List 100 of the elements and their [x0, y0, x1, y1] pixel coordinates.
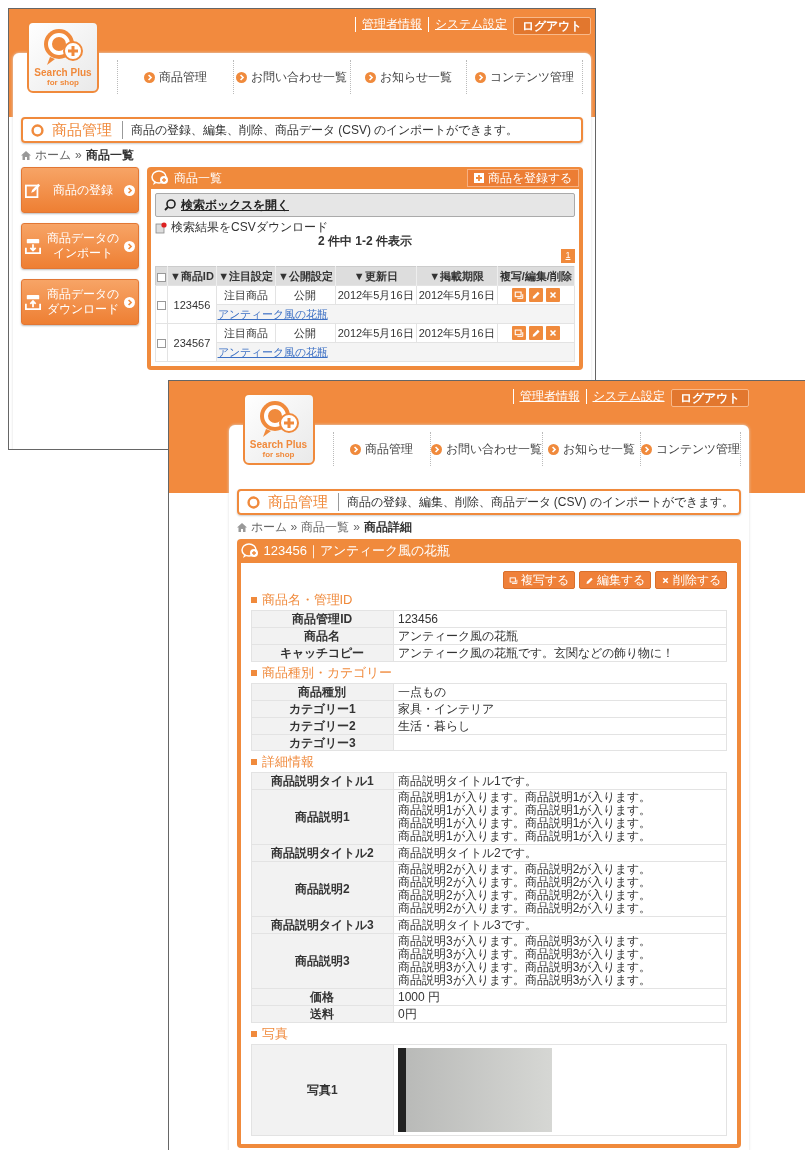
table-cell: 2012年5月16日: [416, 285, 498, 305]
chevron-icon: [350, 443, 362, 455]
nav-link[interactable]: コンテンツ管理: [639, 432, 741, 466]
field-label: 商品説明タイトル1: [251, 772, 394, 790]
chevron-icon: [547, 443, 559, 455]
x-icon: [547, 290, 558, 300]
nav-link[interactable]: お問い合わせ一覧: [430, 432, 542, 466]
field-label: 商品説明1: [251, 789, 394, 845]
field-value: アンティーク風の花瓶: [398, 629, 518, 643]
chevron-icon: [236, 71, 248, 83]
x-icon: [547, 328, 558, 338]
column-header[interactable]: ▼更新日: [335, 266, 417, 286]
bullet-icon: [250, 670, 257, 676]
result-count: 2 件中 1-2 件表示: [317, 235, 413, 248]
search-icon: [164, 199, 176, 211]
table-cell: 公開: [275, 323, 336, 343]
chevron-icon: [640, 443, 652, 455]
product-link[interactable]: アンティーク風の花瓶: [217, 346, 328, 358]
page-title: 商品管理: [52, 121, 123, 139]
window-icon: [513, 328, 524, 338]
breadcrumb-link[interactable]: ホーム: [250, 520, 287, 534]
breadcrumb-link[interactable]: 商品一覧: [301, 520, 350, 534]
edit-button[interactable]: [528, 288, 543, 302]
field-value: 商品説明3が入ります。商品説明3が入ります。商品説明3が入ります。商品説明3が入ります。商品説明3が入ります。商品説明3が入ります。商品説明3が入ります。商品説明3が入ります。: [398, 935, 653, 987]
table-cell: 2012年5月16日: [416, 323, 498, 343]
bullet-icon: [250, 1031, 257, 1037]
column-header[interactable]: ▼公開設定: [275, 266, 336, 286]
pencil-icon: [530, 290, 541, 300]
nav-link[interactable]: 商品管理: [332, 432, 430, 466]
checkbox[interactable]: [157, 272, 167, 282]
field-label: 商品説明3: [251, 933, 394, 989]
x-icon: [660, 575, 670, 585]
section-title: 写真: [261, 1026, 288, 1042]
nav-link[interactable]: お知らせ一覧: [542, 432, 640, 466]
file-icon: [155, 221, 167, 234]
copy-button[interactable]: [511, 326, 526, 340]
logo-subtitle: for shop: [262, 450, 295, 460]
chevron-icon: [124, 296, 135, 308]
panel-title: 123456｜アンティーク風の花瓶: [263, 542, 450, 561]
speech-bubble-icon: [240, 543, 259, 559]
search-toggle[interactable]: 検索ボックスを開く: [155, 193, 575, 217]
product-link[interactable]: アンティーク風の花瓶: [217, 308, 328, 320]
field-label: 商品説明2: [251, 861, 394, 917]
field-value: 商品説明1が入ります。商品説明1が入ります。商品説明1が入ります。商品説明1が入ります。商品説明1が入ります。商品説明1が入ります。商品説明1が入ります。商品説明1が入ります。: [398, 791, 653, 843]
tray-arrow-icon: [25, 294, 41, 310]
nav-link[interactable]: 商品管理: [117, 60, 234, 94]
panel-title: 商品一覧: [174, 170, 222, 187]
chevron-icon: [124, 240, 135, 252]
breadcrumb-separator: »: [75, 148, 82, 162]
field-value: 1000 円: [398, 990, 441, 1004]
table-cell: 注目商品: [216, 285, 276, 305]
checkbox[interactable]: [157, 339, 167, 349]
window-icon: [508, 575, 518, 585]
field-value: 家具・インテリア: [398, 702, 494, 716]
edit-button[interactable]: [528, 326, 543, 340]
breadcrumb-link[interactable]: ホーム: [35, 148, 71, 162]
field-value: アンティーク風の花瓶です。玄関などの飾り物に！: [398, 646, 674, 660]
home-icon: [236, 522, 247, 532]
column-header[interactable]: ▼掲載期限: [416, 266, 498, 286]
field-value: 123456: [398, 612, 439, 626]
column-header[interactable]: 複写/編集/削除: [497, 266, 575, 286]
field-value: 商品説明タイトル3です。: [398, 918, 537, 932]
chevron-icon: [474, 71, 486, 83]
home-icon: [21, 150, 31, 160]
field-label: 写真1: [251, 1044, 394, 1136]
table-cell: 234567: [167, 323, 217, 362]
breadcrumb-separator: »: [290, 520, 298, 534]
table-cell: 注目商品: [216, 323, 276, 343]
chevron-icon: [431, 443, 442, 455]
logo-title: Search Plus: [249, 439, 308, 450]
ring-icon: [246, 495, 260, 509]
breadcrumb-current: 商品詳細: [363, 520, 412, 534]
pencil-icon: [584, 575, 594, 585]
field-label: 商品管理ID: [251, 610, 394, 628]
page-description: 商品の登録、編集、削除、商品データ (CSV) のインポートができます。: [131, 122, 519, 139]
window-icon: [513, 290, 524, 300]
section-title: 詳細情報: [261, 754, 314, 770]
tray-arrow-icon: [25, 238, 41, 254]
field-value: 商品説明2が入ります。商品説明2が入ります。商品説明2が入ります。商品説明2が入ります。商品説明2が入ります。商品説明2が入ります。商品説明2が入ります。商品説明2が入ります。: [398, 863, 653, 915]
column-header[interactable]: ▼商品ID: [167, 266, 217, 286]
chevron-icon: [144, 71, 156, 83]
section-title: 商品名・管理ID: [261, 592, 353, 608]
nav-link[interactable]: お知らせ一覧: [349, 60, 466, 94]
table-cell: 公開: [275, 285, 336, 305]
nav-link[interactable]: お問い合わせ一覧: [233, 60, 350, 94]
csv-download-link[interactable]: 検索結果をCSVダウンロード: [171, 220, 328, 235]
chevron-icon: [124, 184, 135, 196]
delete-button[interactable]: [545, 326, 560, 340]
field-value: 一点もの: [398, 685, 446, 699]
copy-button[interactable]: [511, 288, 526, 302]
table-cell: 2012年5月16日: [335, 323, 417, 343]
bullet-icon: [250, 597, 257, 603]
edit-icon: [25, 182, 41, 198]
delete-button[interactable]: [545, 288, 560, 302]
field-value: 商品説明タイトル2です。: [398, 846, 537, 860]
speech-bubble-icon: [151, 170, 169, 186]
field-value: 0円: [398, 1007, 417, 1021]
column-header[interactable]: ▼注目設定: [216, 266, 276, 286]
nav-link[interactable]: コンテンツ管理: [465, 60, 583, 94]
checkbox[interactable]: [157, 301, 167, 311]
